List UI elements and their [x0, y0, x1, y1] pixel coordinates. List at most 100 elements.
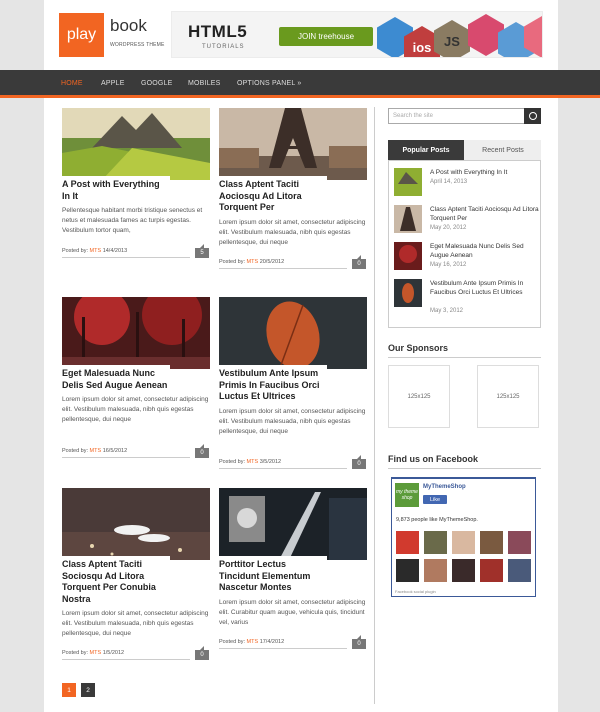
post-meta: Posted by: MTS 14/4/2013: [62, 248, 190, 258]
page: play book WORDPRESS THEME HTML5 TUTORIAL…: [0, 0, 600, 712]
fan-avatar[interactable]: [452, 559, 475, 582]
popular-post-date: April 14, 2013: [430, 179, 468, 185]
popular-post-title[interactable]: Class Aptent Taciti Aociosqu Ad Litora T…: [430, 205, 540, 223]
post-author[interactable]: MTS: [247, 459, 259, 465]
posted-by-label: Posted by:: [62, 448, 88, 454]
shoes-and-petals-image: [62, 488, 210, 560]
fan-avatar[interactable]: [508, 531, 531, 554]
mythemeshop-logo[interactable]: my theme shop: [395, 483, 419, 507]
post-author[interactable]: MTS: [247, 259, 259, 265]
post-thumbnail[interactable]: [219, 108, 367, 180]
post-title[interactable]: Eget Malesuada Nunc Delis Sed Augue Aene…: [62, 365, 170, 391]
popular-post-title[interactable]: Vestibulum Ante Ipsum Primis In Faucibus…: [430, 279, 540, 297]
facebook-like-count: 9,873 people like MyThemeShop.: [396, 517, 478, 523]
pagination-page-2[interactable]: 2: [81, 683, 95, 697]
facebook-page-name[interactable]: MyThemeShop: [423, 484, 466, 490]
nav-home[interactable]: HOME: [61, 80, 83, 87]
autumn-leaf-image: [219, 297, 367, 369]
search-input[interactable]: Search the site: [388, 108, 541, 124]
fan-avatar[interactable]: [480, 531, 503, 554]
fan-avatar[interactable]: [452, 531, 475, 554]
post-title[interactable]: Porttitor Lectus Tincidunt Elementum Nas…: [219, 556, 327, 594]
posted-by-label: Posted by:: [62, 248, 88, 254]
mountain-thumb-image: [394, 168, 422, 196]
popular-post-thumbnail[interactable]: [394, 242, 422, 270]
popular-post-title[interactable]: A Post with Everything In It: [430, 168, 540, 177]
ad-banner[interactable]: HTML5 TUTORIALS JOIN treehouse ios JS: [171, 11, 543, 58]
post-date: 20/5/2012: [259, 259, 285, 265]
leaf-thumb-image: [394, 279, 422, 307]
fan-avatar[interactable]: [508, 559, 531, 582]
post-date: 16/5/2012: [102, 448, 128, 454]
search-icon: [529, 112, 537, 120]
post-card: Eget Malesuada Nunc Delis Sed Augue Aene…: [62, 297, 210, 458]
post-date: 14/4/2013: [102, 248, 128, 254]
post-excerpt: Lorem ipsum dolor sit amet, consectetur …: [219, 407, 366, 435]
fan-avatar[interactable]: [424, 559, 447, 582]
post-thumbnail[interactable]: [62, 297, 210, 369]
comment-count-badge[interactable]: 0: [195, 646, 209, 660]
tab-recent-posts[interactable]: Recent Posts: [465, 140, 541, 160]
js-badge: JS: [434, 20, 470, 57]
nav-mobiles[interactable]: MOBILES: [188, 80, 221, 87]
sponsor-ad-slot[interactable]: 125x125: [477, 365, 539, 428]
posted-by-label: Posted by:: [219, 639, 245, 645]
eiffel-thumb-image: [394, 205, 422, 233]
comment-count-badge[interactable]: 0: [352, 255, 366, 269]
post-author[interactable]: MTS: [247, 639, 259, 645]
sponsors-divider: [388, 357, 541, 358]
popular-post-title[interactable]: Eget Malesuada Nunc Delis Sed Augue Aene…: [430, 242, 540, 260]
facebook-plugin-footer: Facebook social plugin: [395, 589, 436, 594]
post-meta: Posted by: MTS 16/5/2012: [62, 448, 190, 458]
sponsors-heading: Our Sponsors: [388, 343, 449, 353]
tab-popular-posts[interactable]: Popular Posts: [388, 140, 464, 160]
post-excerpt: Pellentesque habitant morbi tristique se…: [62, 207, 203, 234]
popular-post-thumbnail[interactable]: [394, 205, 422, 233]
post-card: Class Aptent Taciti Sociosqu Ad Litora T…: [62, 488, 210, 660]
post-card: Class Aptent Taciti Aociosqu Ad Litora T…: [219, 108, 367, 269]
popular-post-thumbnail[interactable]: [394, 168, 422, 196]
post-thumbnail[interactable]: [62, 488, 210, 560]
nav-apple[interactable]: APPLE: [101, 80, 125, 87]
fan-avatar[interactable]: [424, 531, 447, 554]
post-author[interactable]: MTS: [90, 248, 102, 254]
logo-word[interactable]: book: [110, 16, 147, 36]
logo-box[interactable]: play: [59, 13, 104, 57]
post-title[interactable]: Class Aptent Taciti Sociosqu Ad Litora T…: [62, 556, 170, 605]
nav-google[interactable]: GOOGLE: [141, 80, 173, 87]
nav-options-panel[interactable]: OPTIONS PANEL »: [237, 80, 301, 87]
post-title[interactable]: A Post with Everything In It: [62, 176, 170, 202]
post-author[interactable]: MTS: [90, 650, 102, 656]
post-excerpt: Lorem ipsum dolor sit amet, consectetur …: [219, 598, 366, 626]
pagination-page-1[interactable]: 1: [62, 683, 76, 697]
post-author[interactable]: MTS: [90, 448, 102, 454]
post-meta: Posted by: MTS 17/4/2012: [219, 639, 347, 649]
post-title[interactable]: Class Aptent Taciti Aociosqu Ad Litora T…: [219, 176, 327, 214]
laptop-desk-image: [219, 488, 367, 560]
post-title[interactable]: Vestibulum Ante Ipsum Primis In Faucibus…: [219, 365, 327, 403]
post-date: 1/5/2012: [102, 650, 125, 656]
banner-join-button[interactable]: JOIN treehouse: [279, 27, 373, 46]
post-card: A Post with Everything In It Pellentesqu…: [62, 108, 210, 258]
post-thumbnail[interactable]: [219, 488, 367, 560]
comment-count-badge[interactable]: 0: [352, 635, 366, 649]
facebook-like-button[interactable]: Like: [423, 495, 447, 504]
comment-count-badge[interactable]: 5: [195, 244, 209, 258]
post-thumbnail[interactable]: [62, 108, 210, 180]
fan-avatar[interactable]: [396, 531, 419, 554]
sponsor-ad-slot[interactable]: 125x125: [388, 365, 450, 428]
comment-count-badge[interactable]: 0: [352, 455, 366, 469]
comment-count-badge[interactable]: 0: [195, 444, 209, 458]
fan-avatar[interactable]: [396, 559, 419, 582]
post-excerpt: Lorem ipsum dolor sit amet, consectetur …: [219, 218, 366, 246]
post-meta: Posted by: MTS 1/5/2012: [62, 650, 190, 660]
search-button[interactable]: [524, 108, 541, 124]
post-thumbnail[interactable]: [219, 297, 367, 369]
popular-post-thumbnail[interactable]: [394, 279, 422, 307]
post-card: Porttitor Lectus Tincidunt Elementum Nas…: [219, 488, 367, 649]
content-divider: [374, 107, 375, 704]
eiffel-tower-image: [219, 108, 367, 180]
post-tabs: Popular Posts Recent Posts: [388, 140, 541, 160]
fan-avatar[interactable]: [480, 559, 503, 582]
post-meta: Posted by: MTS 20/5/2012: [219, 259, 347, 269]
